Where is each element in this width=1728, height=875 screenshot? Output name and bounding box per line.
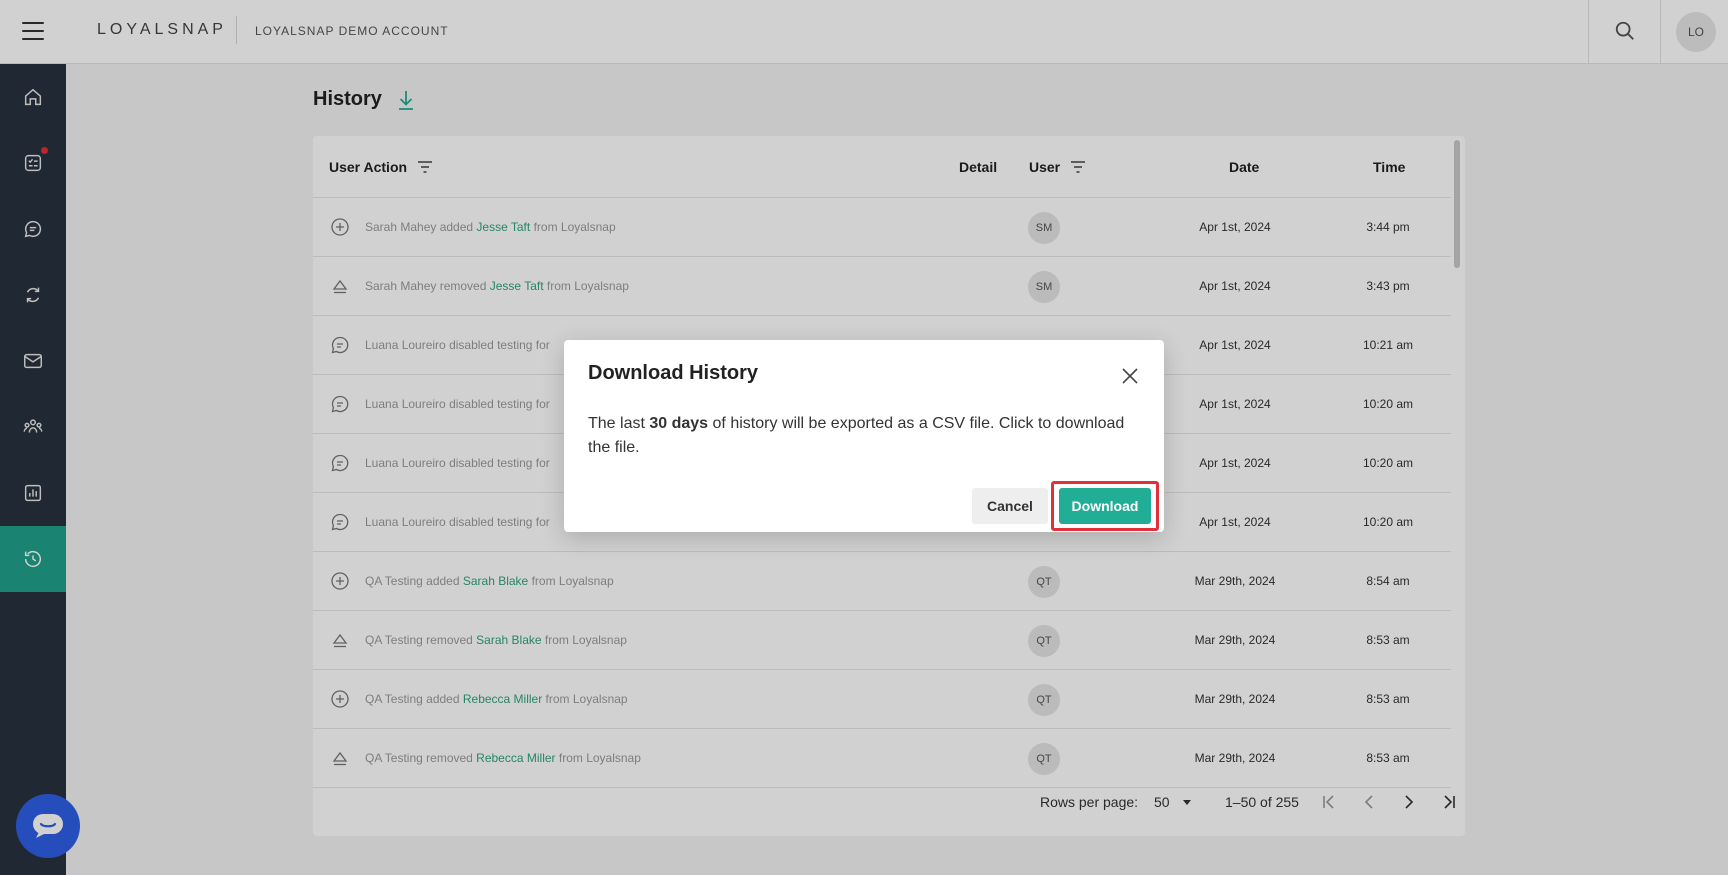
cancel-button[interactable]: Cancel: [972, 488, 1048, 524]
dialog-message: The last 30 days of history will be expo…: [588, 412, 1144, 460]
download-history-dialog: Download History The last 30 days of his…: [564, 340, 1164, 532]
message-emphasis: 30 days: [649, 415, 709, 432]
message-text: The last: [588, 415, 650, 432]
close-icon[interactable]: [1120, 366, 1140, 386]
dialog-title: Download History: [588, 362, 759, 384]
download-button[interactable]: Download: [1059, 488, 1151, 524]
